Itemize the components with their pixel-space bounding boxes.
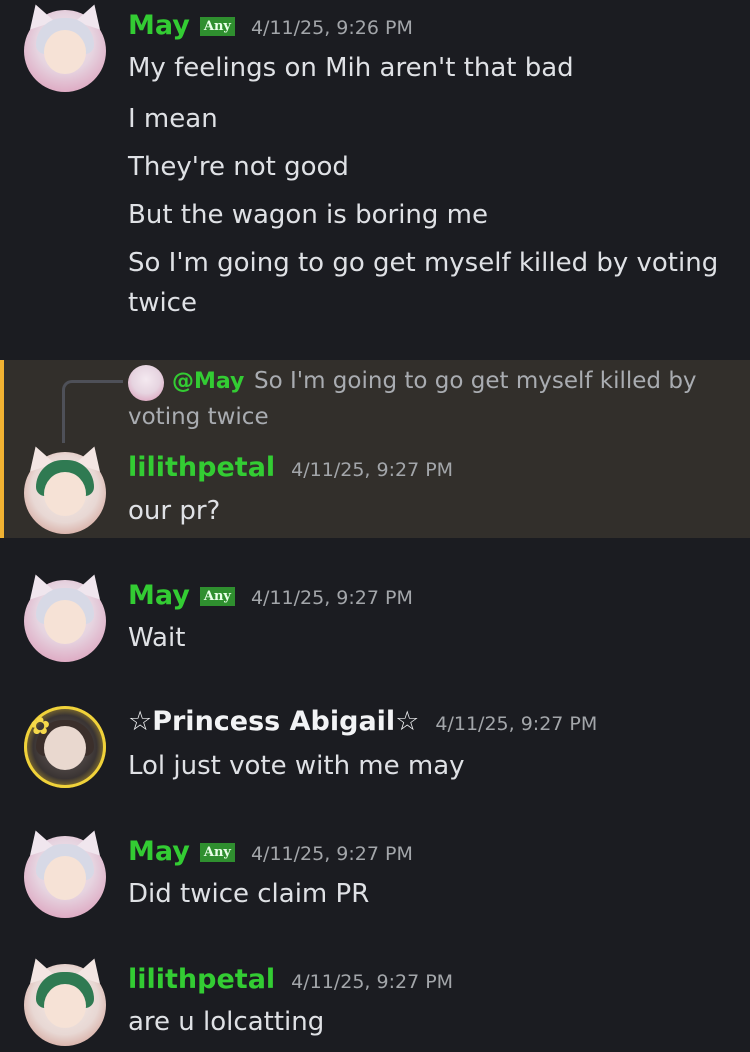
avatar-lilithpetal[interactable] [23, 442, 107, 534]
role-tag: Any [199, 843, 235, 862]
timestamp: 4/11/25, 9:27 PM [250, 587, 413, 609]
role-tag: Any [199, 17, 235, 36]
message-text: But the wagon is boring me [128, 200, 488, 230]
message-header: ☆Princess Abigail☆ 4/11/25, 9:27 PM [128, 706, 597, 737]
message-text: are u lolcatting [128, 1007, 325, 1037]
reply-preview-text[interactable]: voting twice [128, 404, 269, 430]
message-text: So I'm going to go get myself killed by … [128, 248, 719, 278]
mention-bar [0, 360, 4, 538]
timestamp: 4/11/25, 9:27 PM [291, 971, 454, 993]
message-text: Did twice claim PR [128, 879, 370, 909]
avatar-may[interactable] [23, 0, 107, 92]
message-text: twice [128, 288, 197, 318]
reply-preview-text[interactable]: So I'm going to go get myself killed by [254, 368, 697, 394]
timestamp: 4/11/25, 9:26 PM [250, 17, 413, 39]
message-text: My feelings on Mih aren't that bad [128, 53, 574, 83]
reply-avatar[interactable] [128, 365, 164, 401]
message-text: I mean [128, 104, 218, 134]
bow-icon: ✿ [30, 712, 51, 740]
message-header: May Any 4/11/25, 9:26 PM [128, 10, 413, 41]
message-header: lilithpetal 4/11/25, 9:27 PM [128, 964, 453, 995]
avatar-may[interactable] [23, 570, 107, 662]
message-text: They're not good [128, 152, 349, 182]
username[interactable]: May [128, 836, 190, 867]
username[interactable]: ☆Princess Abigail☆ [128, 706, 419, 737]
timestamp: 4/11/25, 9:27 PM [250, 843, 413, 865]
avatar-lilithpetal[interactable] [23, 954, 107, 1046]
reply-connector [62, 380, 123, 443]
avatar-may[interactable] [23, 826, 107, 918]
message-text: Wait [128, 623, 186, 653]
message-text: our pr? [128, 496, 221, 526]
username[interactable]: May [128, 580, 190, 611]
timestamp: 4/11/25, 9:27 PM [291, 459, 454, 481]
timestamp: 4/11/25, 9:27 PM [435, 713, 598, 735]
role-tag: Any [199, 587, 235, 606]
username[interactable]: lilithpetal [128, 964, 275, 995]
username[interactable]: lilithpetal [128, 452, 275, 483]
username[interactable]: May [128, 10, 190, 41]
message-header: May Any 4/11/25, 9:27 PM [128, 580, 413, 611]
message-header: lilithpetal 4/11/25, 9:27 PM [128, 452, 453, 483]
message-text: Lol just vote with me may [128, 751, 465, 781]
avatar-princess-abigail[interactable]: ✿ [24, 706, 106, 788]
reply-mention[interactable]: @May [172, 369, 244, 394]
message-header: May Any 4/11/25, 9:27 PM [128, 836, 413, 867]
